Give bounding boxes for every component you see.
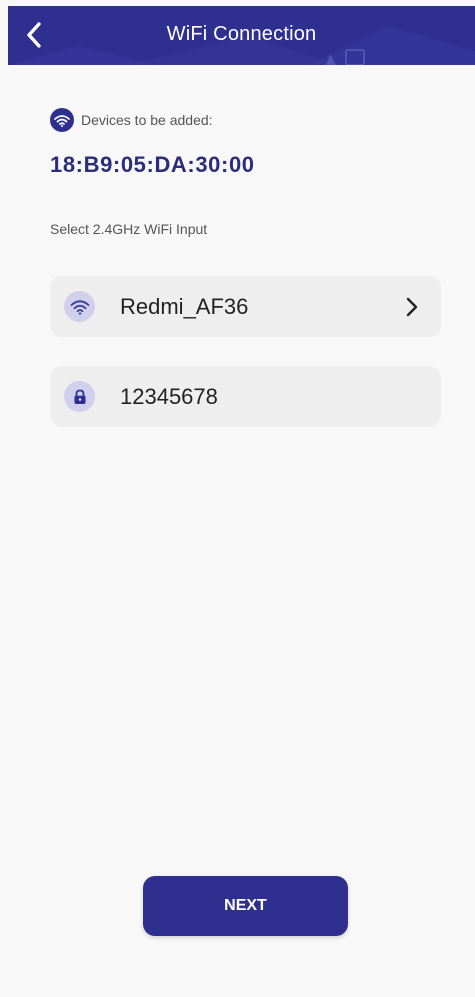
wifi-password-field	[50, 366, 441, 427]
wifi-select-hint: Select 2.4GHz WiFi Input	[50, 221, 208, 237]
wifi-icon	[50, 108, 74, 132]
wifi-icon	[64, 291, 95, 322]
wifi-connection-screen: WiFi Connection Devices to be added: 18:…	[0, 0, 475, 997]
wifi-ssid-selector[interactable]: Redmi_AF36	[50, 276, 441, 337]
devices-to-add-label: Devices to be added:	[81, 112, 213, 128]
wifi-password-input[interactable]	[120, 376, 433, 417]
chevron-right-icon	[397, 292, 427, 322]
device-mac-address: 18:B9:05:DA:30:00	[50, 152, 255, 177]
header-bar: WiFi Connection	[8, 6, 475, 65]
page-title: WiFi Connection	[166, 23, 317, 45]
lock-icon	[64, 381, 95, 412]
next-button[interactable]: NEXT	[143, 876, 348, 936]
device-label-row: Devices to be added:	[50, 108, 213, 132]
wifi-ssid-value: Redmi_AF36	[120, 293, 249, 319]
